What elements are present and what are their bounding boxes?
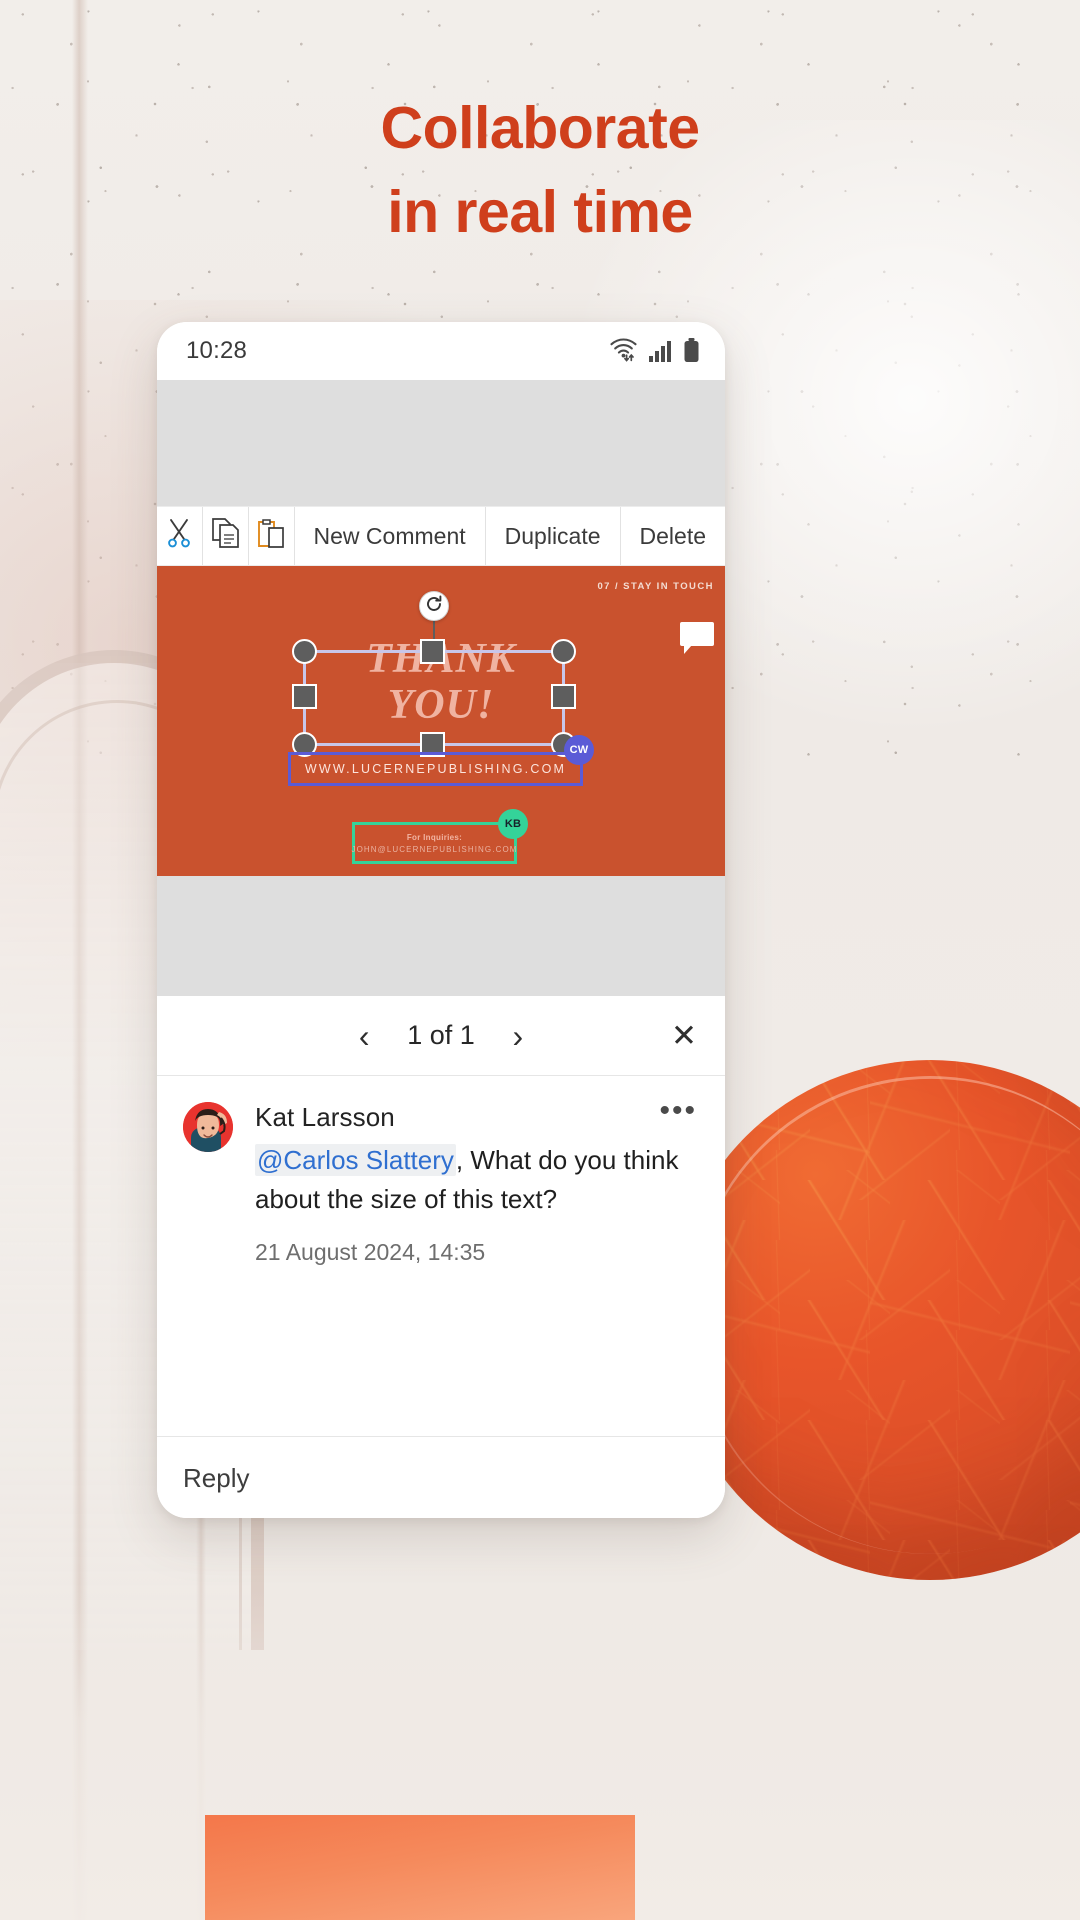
marketing-headline: Collaborate in real time [0, 86, 1080, 254]
comment-navigation-bar: ‹ 1 of 1 › ✕ [157, 996, 725, 1076]
context-menu-new-comment-label: New Comment [313, 522, 466, 549]
paste-icon [257, 518, 285, 554]
battery-icon [684, 337, 699, 367]
context-menu-paste-button[interactable] [249, 507, 295, 565]
resize-handle-middle-left[interactable] [292, 684, 317, 709]
reply-input-row[interactable]: Reply [157, 1436, 725, 1518]
scissors-icon [166, 518, 192, 554]
context-menu-copy-button[interactable] [203, 507, 249, 565]
headline-line-1: Collaborate [380, 95, 700, 161]
phone-mockup: 10:28 New Comment Duplicate Delete 07 / … [157, 322, 725, 1518]
comment-more-options-icon[interactable]: ••• [659, 1096, 697, 1126]
slide-canvas-top-area [157, 380, 725, 506]
avatar [183, 1102, 233, 1152]
previous-comment-icon[interactable]: ‹ [351, 1020, 377, 1052]
slide-canvas[interactable]: 07 / STAY IN TOUCH THANK YOU! [157, 566, 725, 876]
slide-inquiries-label: For Inquiries: [406, 832, 463, 842]
comment-author-name: Kat Larsson [255, 1102, 395, 1132]
context-menu-duplicate-button[interactable]: Duplicate [486, 507, 621, 565]
slide-inquiries-email: JOHN@LUCERNEPUBLISHING.COM [351, 844, 518, 854]
status-bar: 10:28 [157, 322, 725, 380]
background-orange-block [205, 1815, 635, 1920]
wifi-icon [609, 336, 638, 367]
slide-inquiries-textbox[interactable]: For Inquiries: JOHN@LUCERNEPUBLISHING.CO… [351, 809, 528, 864]
comment-bubble-icon[interactable] [680, 622, 714, 654]
context-menu-delete-label: Delete [639, 522, 707, 549]
comment-nav-group: ‹ 1 of 1 › [351, 1020, 531, 1052]
next-comment-icon[interactable]: › [505, 1020, 531, 1052]
resize-handle-top-right[interactable] [551, 639, 576, 664]
comment-counter: 1 of 1 [407, 1020, 475, 1050]
slide-section-header: 07 / STAY IN TOUCH [597, 581, 714, 592]
context-menu-duplicate-label: Duplicate [504, 522, 601, 549]
selection-frame[interactable] [292, 591, 576, 757]
rotate-handle-button[interactable] [419, 591, 449, 621]
context-menu-delete-button[interactable]: Delete [621, 507, 725, 565]
resize-handle-top-center[interactable] [420, 639, 445, 664]
slide-url-text: WWW.LUCERNEPUBLISHING.COM [304, 762, 567, 776]
resize-handle-top-left[interactable] [292, 639, 317, 664]
slide-url-textbox[interactable]: WWW.LUCERNEPUBLISHING.COM CW [288, 735, 594, 786]
coauthor-badge-cw: CW [564, 735, 594, 765]
cellular-signal-icon [649, 340, 673, 367]
context-menu: New Comment Duplicate Delete [157, 506, 725, 566]
comment-mention[interactable]: @Carlos Slattery [255, 1144, 456, 1176]
slide-canvas-bottom-area [157, 876, 725, 996]
close-icon[interactable]: ✕ [671, 1020, 697, 1051]
comment-panel: ••• Kat Larsson @Carlos Slattery, What d… [157, 1076, 725, 1436]
comment-row: Kat Larsson @Carlos Slattery, What do yo… [183, 1102, 699, 1266]
reply-placeholder: Reply [183, 1463, 250, 1493]
coauthor-badge-kb: KB [498, 809, 528, 839]
comment-timestamp: 21 August 2024, 14:35 [255, 1239, 486, 1265]
context-menu-new-comment-button[interactable]: New Comment [295, 507, 486, 565]
status-bar-icons [609, 336, 699, 367]
status-bar-time: 10:28 [186, 337, 248, 364]
copy-icon [211, 518, 240, 554]
rotate-icon [425, 594, 443, 618]
comment-content: Kat Larsson @Carlos Slattery, What do yo… [255, 1102, 699, 1266]
headline-line-2: in real time [387, 179, 693, 245]
context-menu-cut-button[interactable] [157, 507, 203, 565]
resize-handle-middle-right[interactable] [551, 684, 576, 709]
comment-text: @Carlos Slattery, What do you think abou… [255, 1141, 699, 1219]
